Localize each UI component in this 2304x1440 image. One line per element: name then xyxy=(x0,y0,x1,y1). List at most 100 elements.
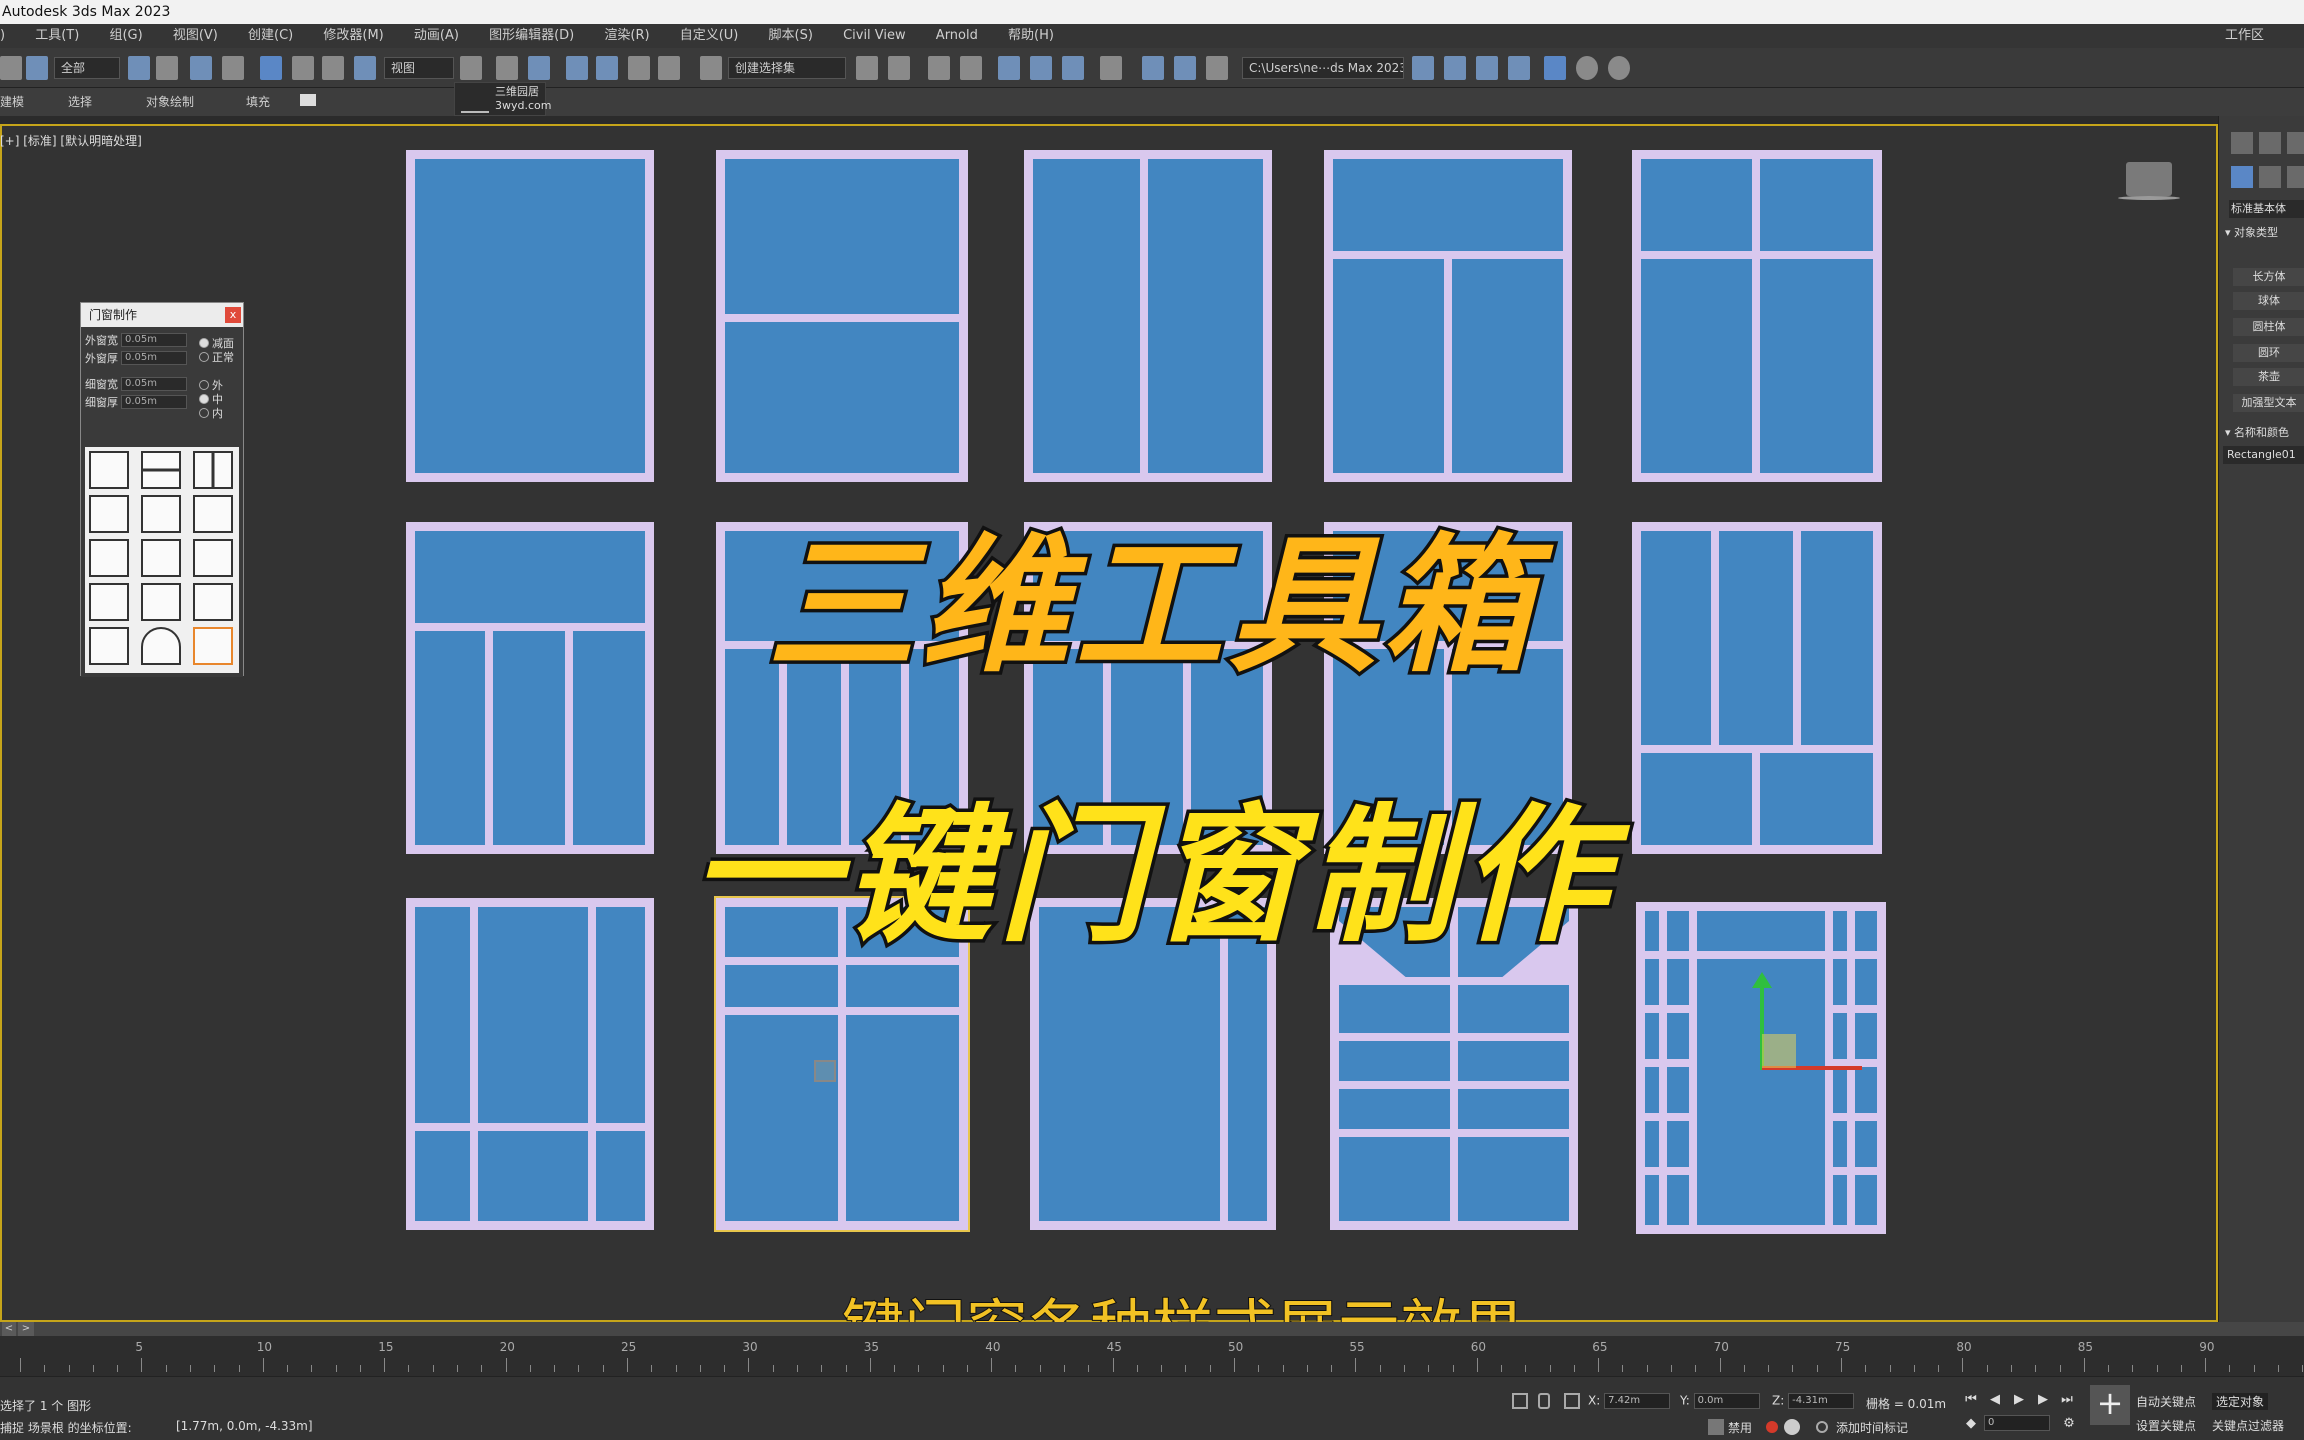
hierarchy-tab-icon[interactable] xyxy=(2287,132,2304,154)
gizmo-xy-plane[interactable] xyxy=(1762,1034,1796,1068)
y-coord-input[interactable]: 0.0m xyxy=(1693,1393,1760,1409)
time-config-icon[interactable]: ⚙ xyxy=(2060,1415,2078,1433)
set-key-plus-button[interactable]: + xyxy=(2090,1385,2130,1425)
named-selection-dropdown[interactable]: 创建选择集 xyxy=(728,57,846,79)
project-folder-icon[interactable] xyxy=(1412,56,1434,80)
help-icon[interactable] xyxy=(0,56,22,80)
time-slider[interactable]: < > xyxy=(0,1322,2304,1336)
ribbon-tab-modeling[interactable]: 建模 xyxy=(0,88,24,116)
geometry-icon[interactable] xyxy=(2231,166,2253,188)
viewport-label[interactable]: [+] [标准] [默认明暗处理] xyxy=(0,132,142,149)
modify-tab-icon[interactable] xyxy=(2259,132,2281,154)
percent-snap-icon[interactable] xyxy=(628,56,650,80)
select-object-icon[interactable] xyxy=(128,56,150,80)
window-model-5[interactable] xyxy=(1632,150,1882,482)
menu-tools[interactable]: 工具(T) xyxy=(35,24,79,48)
key-filters-button[interactable]: 关键点过滤器 xyxy=(2212,1417,2284,1434)
schematic-view-icon[interactable] xyxy=(1062,56,1084,80)
menu-help[interactable]: 帮助(H) xyxy=(1008,24,1054,48)
outer-thickness-input[interactable]: 0.05m xyxy=(121,351,187,365)
ribbon-tab-object-paint[interactable]: 对象绘制 xyxy=(146,88,194,116)
edit-named-selection-icon[interactable] xyxy=(700,56,722,80)
selected-object-dropdown[interactable]: 选定对象 xyxy=(2212,1393,2269,1410)
menu-scripting[interactable]: 脚本(S) xyxy=(769,24,813,48)
circle-tool-icon[interactable] xyxy=(1576,56,1598,80)
spinner-snap-icon[interactable] xyxy=(658,56,680,80)
menu-customize[interactable]: 自定义(U) xyxy=(680,24,739,48)
name-color-section[interactable]: ▾ 名称和颜色 xyxy=(2225,424,2289,440)
lock-icon[interactable] xyxy=(1538,1393,1550,1409)
menu-civil-view[interactable]: Civil View xyxy=(843,24,906,48)
menu-rendering[interactable]: 渲染(R) xyxy=(604,24,649,48)
menu-create[interactable]: 创建(C) xyxy=(248,24,293,48)
save-icon[interactable] xyxy=(1444,56,1466,80)
window-model-1[interactable] xyxy=(406,150,654,482)
keyboard-shortcut-icon[interactable] xyxy=(528,56,550,80)
next-frame-icon[interactable]: ▶ xyxy=(2034,1391,2052,1409)
previous-frame-icon[interactable]: ◀ xyxy=(1986,1391,2004,1409)
rect-selection-icon[interactable] xyxy=(190,56,212,80)
scene-explorer-icon[interactable] xyxy=(928,56,950,80)
auto-key-button[interactable]: 自动关键点 xyxy=(2136,1393,2196,1410)
window-model-3[interactable] xyxy=(1024,150,1272,482)
angle-snap-icon[interactable] xyxy=(596,56,618,80)
open-icon[interactable] xyxy=(1476,56,1498,80)
lights-icon[interactable] xyxy=(2287,166,2304,188)
object-type-section[interactable]: ▾ 对象类型 xyxy=(2225,224,2278,240)
object-name-input[interactable]: Rectangle01 xyxy=(2223,446,2304,464)
set-key-button[interactable]: 设置关键点 xyxy=(2136,1417,2196,1434)
primitive-type-dropdown[interactable]: 标准基本体 xyxy=(2229,200,2304,218)
style-vertical-split-button[interactable] xyxy=(193,451,233,489)
link-icon[interactable] xyxy=(26,56,48,80)
radio-normal[interactable]: 正常 xyxy=(199,349,234,365)
menu-modifiers[interactable]: 修改器(M) xyxy=(323,24,383,48)
active-tool-icon[interactable] xyxy=(1544,56,1566,80)
create-tab-icon[interactable] xyxy=(2231,132,2253,154)
menu-dot[interactable]: ) xyxy=(0,24,5,48)
menu-group[interactable]: 组(G) xyxy=(109,24,142,48)
rendered-frame-icon[interactable] xyxy=(1174,56,1196,80)
rotate-icon[interactable] xyxy=(292,56,314,80)
selection-filter-dropdown[interactable]: 全部 xyxy=(54,57,120,79)
track-bar[interactable]: 5101520253035404550556065707580859095 xyxy=(0,1336,2304,1376)
go-to-start-icon[interactable]: ⏮ xyxy=(1962,1391,1980,1409)
style-single-pane-button[interactable] xyxy=(89,451,129,489)
time-tag-icon[interactable] xyxy=(1816,1421,1828,1433)
scale-icon[interactable] xyxy=(322,56,344,80)
box-button[interactable]: 长方体 xyxy=(2233,268,2304,286)
torus-button[interactable]: 圆环 xyxy=(2233,344,2304,362)
new-icon[interactable] xyxy=(1508,56,1530,80)
panel-close-button[interactable]: x xyxy=(225,307,241,323)
align-icon[interactable] xyxy=(888,56,910,80)
material-editor-icon[interactable] xyxy=(1100,56,1122,80)
viewcube-icon[interactable] xyxy=(2118,162,2180,200)
time-slider-next-button[interactable]: > xyxy=(18,1322,34,1336)
window-crossing-icon[interactable] xyxy=(222,56,244,80)
ribbon-tab-selection[interactable]: 选择 xyxy=(68,88,92,116)
mirror-icon[interactable] xyxy=(856,56,878,80)
radio-inner[interactable]: 内 xyxy=(199,405,223,421)
pivot-icon[interactable] xyxy=(460,56,482,80)
render-setup-icon[interactable] xyxy=(1142,56,1164,80)
workspace-label[interactable]: 工作区 xyxy=(2225,24,2264,48)
time-slider-prev-button[interactable]: < xyxy=(2,1322,16,1336)
z-coord-input[interactable]: -4.31m xyxy=(1788,1393,1855,1409)
absolute-mode-icon[interactable] xyxy=(1564,1393,1580,1409)
curve-editor-icon[interactable] xyxy=(1030,56,1052,80)
outer-width-input[interactable]: 0.05m xyxy=(121,333,187,347)
key-mode-icon[interactable]: ◆ xyxy=(1962,1415,1980,1433)
reference-coord-dropdown[interactable]: 视图 xyxy=(384,57,454,79)
menu-graph-editors[interactable]: 图形编辑器(D) xyxy=(489,24,574,48)
isolate-icon[interactable] xyxy=(1512,1393,1528,1409)
text-plus-button[interactable]: 加强型文本 xyxy=(2233,394,2304,412)
snaps-toggle-icon[interactable] xyxy=(566,56,588,80)
menu-animation[interactable]: 动画(A) xyxy=(414,24,459,48)
render-production-icon[interactable] xyxy=(1206,56,1228,80)
menu-arnold[interactable]: Arnold xyxy=(936,24,978,48)
x-coord-input[interactable]: 7.42m xyxy=(1604,1393,1671,1409)
current-frame-input[interactable]: 0 xyxy=(1984,1415,2050,1431)
script-listener-icon[interactable] xyxy=(1784,1419,1800,1435)
refresh-icon[interactable] xyxy=(1608,56,1630,80)
layer-explorer-icon[interactable] xyxy=(960,56,982,80)
teapot-button[interactable]: 茶壶 xyxy=(2233,368,2304,386)
